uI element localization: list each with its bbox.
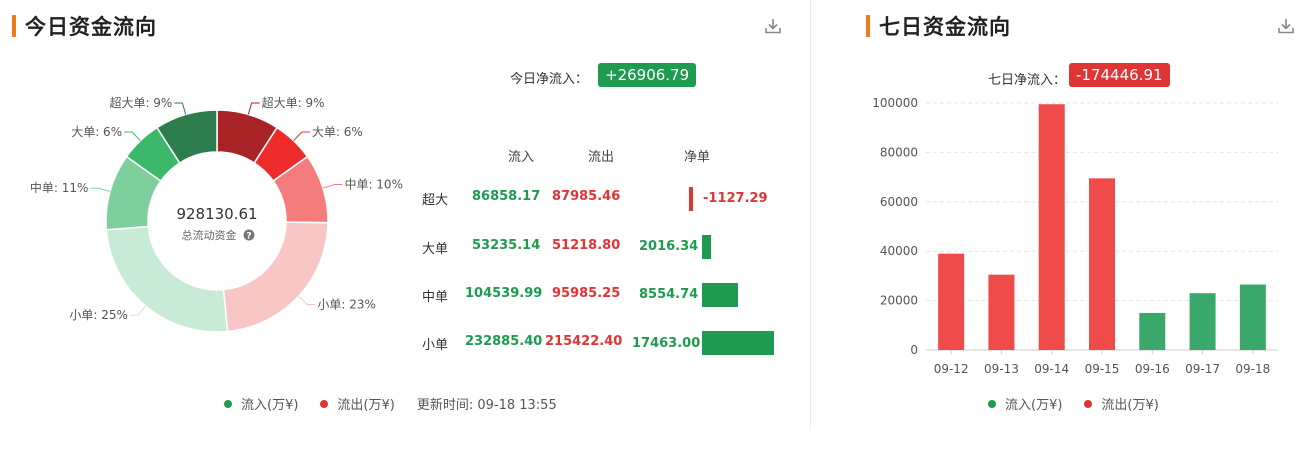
update-time: 更新时间: 09-18 13:55 [416, 398, 557, 413]
help-icon[interactable]: ? [243, 229, 255, 242]
x-tick-label: 09-13 [984, 362, 1019, 376]
seven-day-bar-chart: 0 20000 40000 60000 80000 100000 09-12 09-13 09-… [872, 96, 1278, 376]
legend-inflow-label: 流入(万¥) [1005, 398, 1063, 413]
x-tick-label: 09-12 [934, 362, 969, 376]
bar[interactable] [1189, 293, 1216, 350]
y-tick-label: 0 [910, 343, 918, 357]
legend-inflow-dot [224, 399, 232, 408]
bar[interactable] [1239, 284, 1266, 350]
seven-day-legend: 流入(万¥) 流出(万¥) [988, 394, 1181, 413]
y-tick-label: 100000 [872, 96, 918, 110]
legend-inflow[interactable]: 流入(万¥) [224, 394, 298, 413]
row-net-super: -1127.29 [703, 191, 768, 206]
donut-slice[interactable] [222, 221, 329, 333]
panel-divider [810, 0, 811, 430]
x-tick-label: 09-15 [1085, 362, 1120, 376]
header-net: 净单 [684, 150, 711, 165]
legend-inflow[interactable]: 流入(万¥) [988, 394, 1062, 413]
slice-leader-line [322, 183, 343, 189]
row-label-medium: 中单 [422, 290, 449, 305]
bar[interactable] [988, 274, 1015, 350]
net-bar-large [702, 235, 711, 259]
legend-outflow-dot [1084, 399, 1093, 408]
slice-label: 中单: 10% [344, 176, 403, 191]
legend-inflow-label: 流入(万¥) [241, 398, 299, 413]
x-tick-label: 09-16 [1135, 362, 1170, 376]
today-title: 今日资金流向 [25, 15, 157, 39]
x-tick-label: 09-17 [1185, 362, 1220, 376]
legend-outflow[interactable]: 流出(万¥) [1084, 394, 1159, 413]
slice-leader-line [129, 305, 147, 316]
download-icon[interactable] [1276, 16, 1296, 36]
today-legend: 流入(万¥) 流出(万¥) 更新时间: 09-18 13:55 [224, 394, 557, 413]
y-tick-label: 20000 [880, 294, 918, 308]
slice-leader-line [293, 131, 310, 142]
row-inflow-super: 86858.17 [472, 189, 541, 204]
net-bar-small [702, 331, 774, 355]
row-inflow-medium: 104539.99 [465, 286, 543, 301]
svg-text:?: ? [246, 232, 251, 242]
today-title-bar: 今日资金流向 [12, 13, 157, 39]
slice-leader-line [174, 102, 187, 115]
slice-leader-line [247, 102, 260, 115]
slice-leader-line [90, 187, 111, 192]
slice-leader-line [298, 295, 316, 305]
slice-label: 小单: 23% [317, 297, 376, 311]
download-icon[interactable] [763, 16, 783, 36]
today-fund-flow-panel: 今日资金流向 超大单: 9% 大单: 6% 中单: 10% 小单: 23% 小单: 25… [0, 0, 810, 430]
row-label-small: 小单 [422, 338, 449, 353]
y-tick-label: 60000 [880, 195, 918, 209]
bar[interactable] [1038, 104, 1065, 350]
row-label-large: 大单 [422, 242, 449, 257]
bar[interactable] [938, 253, 965, 350]
legend-outflow[interactable]: 流出(万¥) [320, 394, 395, 413]
row-label-super: 超大 [422, 193, 449, 208]
x-tick-label: 09-18 [1235, 362, 1270, 376]
today-net-badge: +26906.79 [598, 63, 697, 87]
slice-label: 超大单: 9% [109, 95, 172, 110]
donut-center-label: 总流动资金 [182, 228, 237, 242]
title-accent-bar [866, 15, 870, 37]
seven-day-net-badge: -174446.91 [1069, 63, 1170, 87]
row-net-small: 17463.00 [632, 336, 701, 351]
seven-day-fund-flow-panel: 七日资金流向 七日净流入： -174446.91 0 20000 40000 6000… [840, 0, 1302, 430]
donut-chart: 超大单: 9% 大单: 6% 中单: 10% 小单: 23% 小单: 25% 中单: 11… [30, 95, 403, 333]
slice-label: 超大单: 9% [262, 95, 325, 110]
net-bar-super [689, 187, 693, 211]
bar[interactable] [1139, 312, 1166, 350]
row-outflow-large: 51218.80 [552, 238, 621, 253]
donut-center-total: 928130.61 [176, 205, 257, 223]
row-net-medium: 8554.74 [639, 287, 699, 302]
slice-label: 大单: 6% [71, 125, 122, 139]
net-bar-medium [702, 283, 738, 307]
bar[interactable] [1089, 178, 1115, 350]
header-inflow: 流入 [508, 150, 535, 165]
legend-outflow-label: 流出(万¥) [1101, 398, 1159, 413]
title-accent-bar [12, 15, 16, 37]
row-inflow-large: 53235.14 [472, 238, 541, 253]
row-outflow-super: 87985.46 [552, 189, 621, 204]
row-net-large: 2016.34 [639, 239, 699, 254]
y-tick-label: 40000 [880, 244, 918, 258]
row-inflow-small: 232885.40 [465, 334, 543, 349]
slice-leader-line [124, 131, 141, 142]
seven-day-title: 七日资金流向 [879, 15, 1011, 39]
legend-inflow-dot [988, 399, 996, 408]
slice-label: 小单: 25% [69, 308, 128, 322]
y-tick-label: 80000 [880, 145, 918, 159]
slice-label: 中单: 11% [30, 180, 89, 195]
row-outflow-small: 215422.40 [545, 334, 623, 349]
legend-outflow-dot [320, 399, 329, 408]
row-outflow-medium: 95985.25 [552, 286, 621, 301]
legend-outflow-label: 流出(万¥) [337, 398, 395, 413]
today-net-label: 今日净流入： [510, 72, 589, 87]
x-tick-label: 09-14 [1034, 362, 1069, 376]
header-outflow: 流出 [588, 150, 615, 165]
slice-label: 大单: 6% [312, 125, 363, 139]
seven-day-title-bar: 七日资金流向 [866, 13, 1011, 39]
